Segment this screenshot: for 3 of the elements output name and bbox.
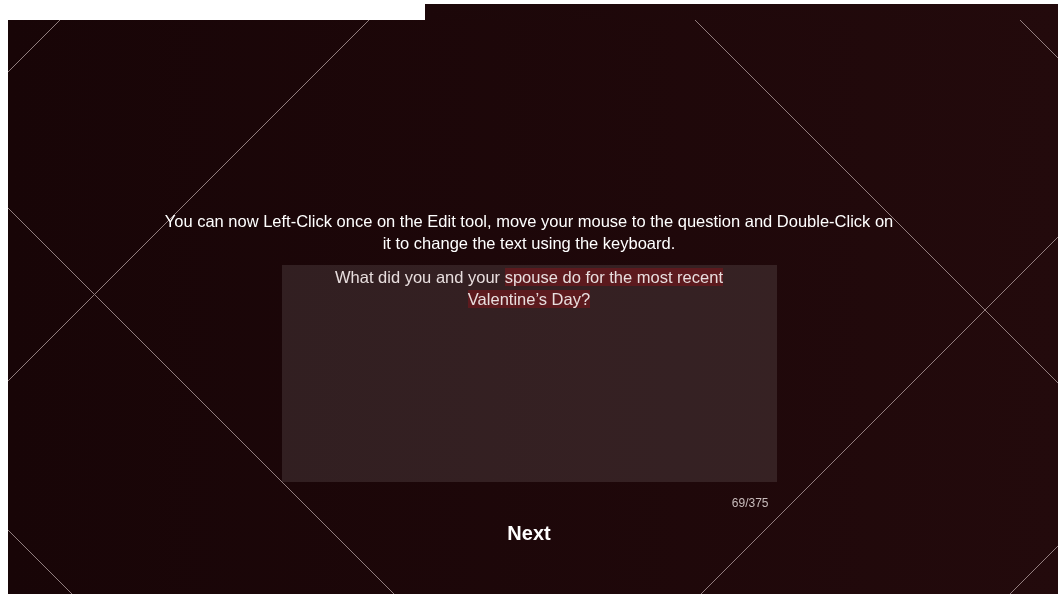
instruction-text: You can now Left-Click once on the Edit tool, move your mouse to the question and Double-Click on it to change the text using the keyboard. [163,211,895,254]
next-button[interactable]: Next [499,518,559,548]
character-counter: 69/375 [731,495,769,512]
